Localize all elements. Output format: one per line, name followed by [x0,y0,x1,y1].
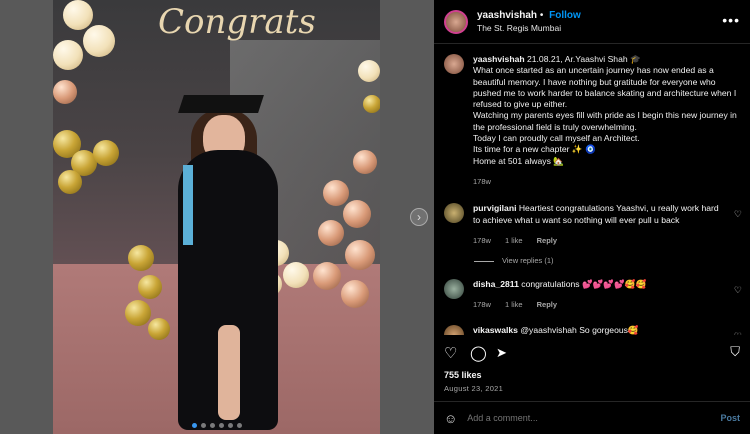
post-date: August 23, 2021 [444,384,504,393]
heart-icon[interactable]: ♡ [734,209,742,220]
caption: yaashvishah 21.08.21, Ar.Yaashvi Shah 🎓 … [434,45,750,187]
balloon [128,245,154,271]
heart-icon[interactable]: ♡ [734,331,742,335]
caption-line: Watching my parents eyes fill with pride… [473,110,737,132]
avatar[interactable] [444,54,464,74]
balloon [341,280,369,308]
balloon [138,275,162,299]
carousel-dot[interactable] [200,423,206,428]
add-comment-bar: ☺ Post [434,401,750,434]
graduation-cap [178,95,264,113]
balloon [283,262,309,288]
balloon [63,0,93,30]
balloon [343,200,371,228]
balloon [148,318,170,340]
caption-body: yaashvishah 21.08.21, Ar.Yaashvi Shah 🎓 … [473,54,740,187]
action-bar: ♡ ◯ ➤ ⛉ [434,340,750,364]
comment-text: @yaashvishah So gorgeous🥰 [520,324,639,335]
post-button[interactable]: Post [720,413,740,423]
balloon [83,25,115,57]
comment-item: purvigilani Heartiest congratulations Ya… [434,203,750,246]
avatar[interactable] [444,279,464,300]
caption-line: Its time for a new chapter ✨ 🧿 [473,144,596,155]
balloon [345,240,375,270]
emoji-icon[interactable]: ☺ [444,411,457,426]
comments-list[interactable]: yaashvishah 21.08.21, Ar.Yaashvi Shah 🎓 … [434,45,750,335]
add-comment-input[interactable] [467,413,698,423]
balloon [53,80,77,104]
follow-button[interactable]: Follow [549,10,581,21]
share-icon[interactable]: ➤ [496,345,507,361]
balloon [58,170,82,194]
balloon [363,95,380,113]
avatar[interactable] [444,324,464,335]
comment-text: congratulations 💕💕💕💕🥰🥰 [521,279,647,290]
balloon [318,220,344,246]
comment-body: vikaswalks @yaashvishah So gorgeous🥰 [473,325,728,335]
post-header: yaashvishah • Follow The St. Regis Mumba… [434,0,750,44]
post-photo[interactable]: Congrats [53,0,380,434]
balloon [313,262,341,290]
header-text: yaashvishah • Follow The St. Regis Mumba… [477,9,581,35]
bookmark-icon[interactable]: ⛉ [730,344,740,360]
location-link[interactable]: The St. Regis Mumbai [477,22,581,35]
comment-body: disha_2811 congratulations 💕💕💕💕🥰🥰 178w 1… [473,279,728,311]
carousel-dot[interactable] [209,423,215,428]
avatar[interactable] [444,9,468,34]
graduate-figure [173,95,283,430]
caption-meta: 178w [473,176,740,187]
comment-likes[interactable]: 1 like [505,300,523,309]
carousel-dots [53,423,380,428]
carousel-dot[interactable] [191,423,197,428]
header-username[interactable]: yaashvishah [477,10,537,21]
comment-item: vikaswalks @yaashvishah So gorgeous🥰 ♡ [434,324,750,335]
balloon [323,180,349,206]
caption-line: Home at 501 always 🏡 [473,155,564,166]
likes-count[interactable]: 755 likes [444,370,482,380]
caption-username[interactable]: yaashvishah [473,54,525,64]
comment-likes[interactable]: 1 like [505,236,523,245]
stole [183,165,193,245]
view-replies-button[interactable]: View replies (1) [474,256,750,265]
comment-meta: 178w 1 like Reply [473,299,728,310]
comment-username[interactable]: disha_2811 [473,279,519,289]
heart-icon[interactable]: ♡ [444,344,457,362]
balloon [93,140,119,166]
leg [218,325,240,420]
comment-meta: 178w 1 like Reply [473,235,728,246]
next-photo-button[interactable]: › [410,208,428,226]
caption-line: Today I can proudly call myself an Archi… [473,133,640,144]
reply-button[interactable]: Reply [537,300,557,309]
comment-username[interactable]: purvigilani [473,203,516,213]
separator-dot: • [539,9,544,21]
carousel-dot[interactable] [236,423,242,428]
post-side-panel: yaashvishah • Follow The St. Regis Mumba… [434,0,750,434]
balloon [353,150,377,174]
carousel-dot[interactable] [227,423,233,428]
caption-time[interactable]: 178w [473,177,491,186]
caption-line: 21.08.21, Ar.Yaashvi Shah 🎓 [526,54,641,64]
heart-icon[interactable]: ♡ [734,285,742,296]
comment-time[interactable]: 178w [473,236,491,245]
comment-body: purvigilani Heartiest congratulations Ya… [473,203,728,246]
comment-icon[interactable]: ◯ [470,344,487,362]
chevron-right-icon: › [417,210,421,224]
avatar[interactable] [444,203,464,224]
caption-line: What once started as an uncertain journe… [473,65,737,110]
balloon [358,60,380,82]
comment-time[interactable]: 178w [473,300,491,309]
comment-item: disha_2811 congratulations 💕💕💕💕🥰🥰 178w 1… [434,279,750,311]
photo-sign: Congrats [158,2,316,42]
carousel-dot[interactable] [218,423,224,428]
reply-button[interactable]: Reply [537,236,557,245]
balloon [125,300,151,326]
ellipsis-icon[interactable]: ••• [722,12,740,28]
comment-username[interactable]: vikaswalks [473,325,518,335]
balloon [53,40,83,70]
